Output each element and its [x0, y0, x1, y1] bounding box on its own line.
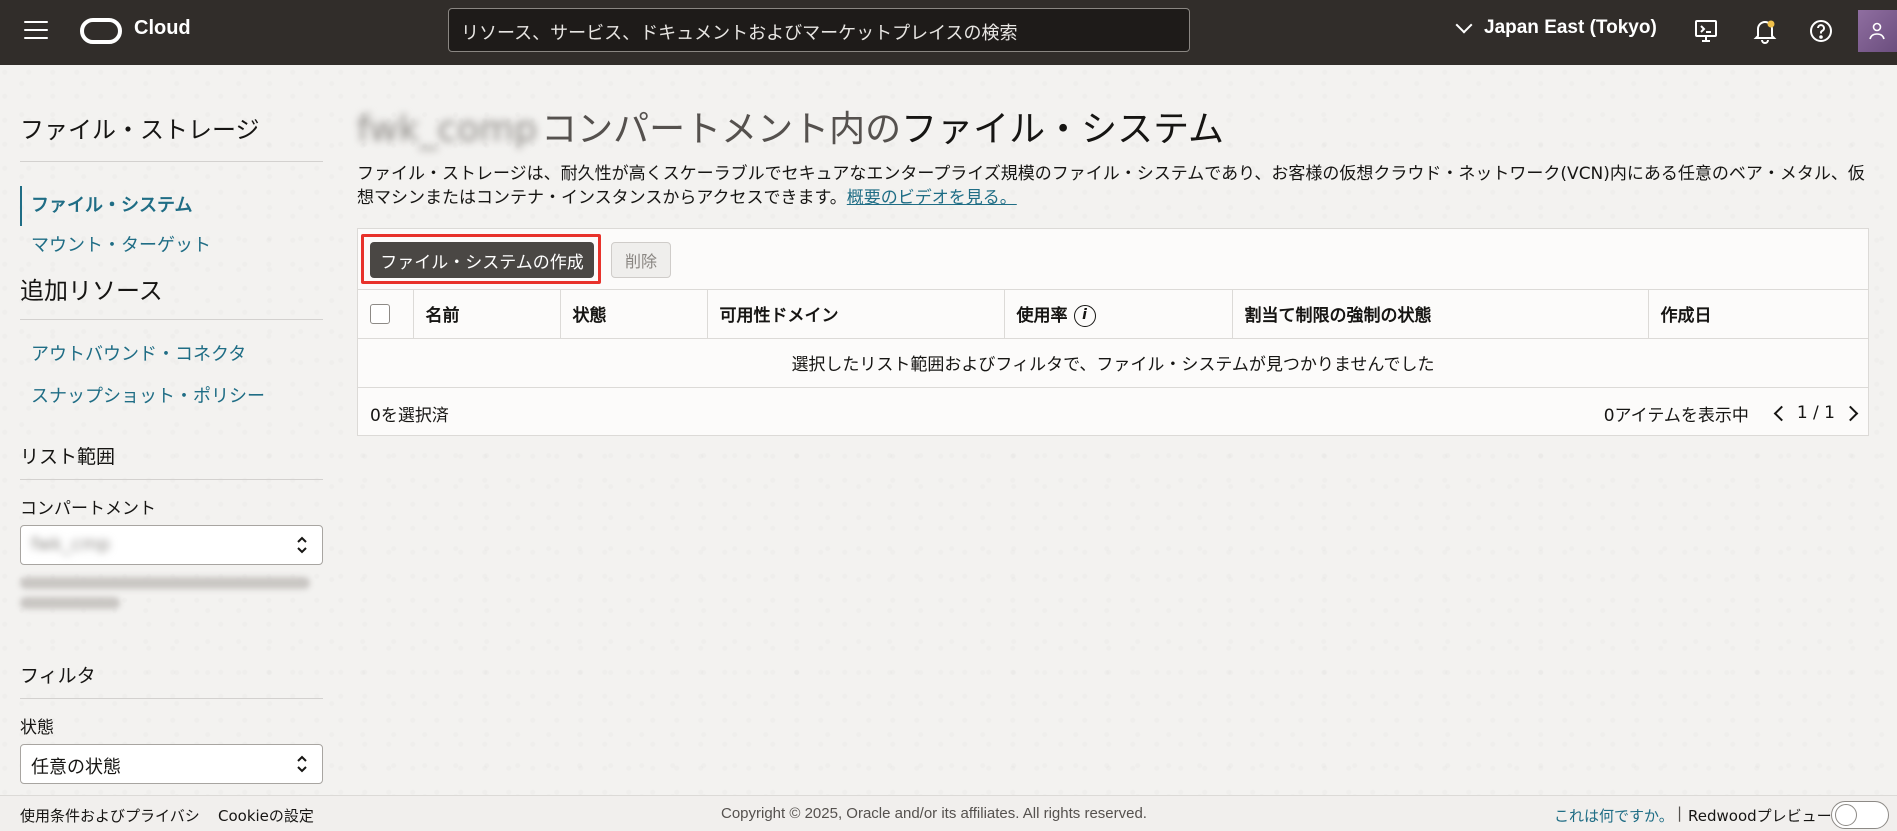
sidebar-item-outbound-connectors[interactable]: アウトバウンド・コネクタ	[20, 342, 323, 368]
file-systems-table: 名前 状態 可用性ドメイン 使用率 i 割当て制限の強制の状態 作成日 選択したリ…	[358, 290, 1868, 388]
overview-video-link[interactable]: 概要のビデオを見る。	[847, 188, 1017, 208]
table-footer: 0を選択済 0アイテムを表示中 1 / 1	[358, 388, 1868, 436]
divider	[20, 319, 323, 320]
column-header-utilization[interactable]: 使用率 i	[1004, 290, 1233, 339]
file-systems-panel: ファイル・システムの作成 削除 名前 状態 可用性ドメイン 使用率 i 割当て制限…	[357, 228, 1869, 436]
user-icon	[1869, 22, 1885, 40]
previous-page-icon[interactable]	[1773, 405, 1790, 421]
select-updown-icon	[297, 536, 307, 554]
redwood-preview-label: Redwoodプレビュー	[1688, 807, 1832, 825]
page-title-compartment: fwk_comp	[357, 109, 538, 150]
state-filter-select[interactable]: 任意の状態	[20, 744, 323, 784]
state-filter-value: 任意の状態	[31, 757, 121, 778]
filters-title: フィルタ	[20, 665, 96, 687]
compartment-label: コンパートメント	[20, 499, 156, 519]
redwood-preview-toggle[interactable]	[1831, 801, 1889, 829]
separator: |	[1677, 804, 1683, 822]
table-header-row: 名前 状態 可用性ドメイン 使用率 i 割当て制限の強制の状態 作成日	[358, 290, 1868, 339]
top-navigation-bar: Cloud リソース、サービス、ドキュメントおよびマーケットプレイスの検索 Ja…	[0, 0, 1897, 65]
page-title: fwk_comp コンパートメント内のファイル・システム	[357, 100, 1869, 152]
page-description: ファイル・ストレージは、耐久性が高くスケーラブルでセキュアなエンタープライズ規模…	[357, 162, 1869, 210]
global-search-input[interactable]: リソース、サービス、ドキュメントおよびマーケットプレイスの検索	[448, 8, 1190, 52]
user-avatar[interactable]	[1858, 10, 1897, 52]
main-content: fwk_comp コンパートメント内のファイル・システム ファイル・ストレージは、…	[357, 100, 1869, 210]
help-icon[interactable]	[1808, 18, 1834, 44]
select-all-checkbox[interactable]	[370, 303, 390, 324]
column-header-utilization-label: 使用率	[1016, 305, 1068, 326]
divider	[20, 479, 323, 480]
divider	[20, 698, 323, 699]
notifications-bell-icon[interactable]	[1752, 18, 1778, 44]
brand-name[interactable]: Cloud	[134, 17, 191, 40]
list-scope-title: リスト範囲	[20, 446, 116, 468]
page-description-text: ファイル・ストレージは、耐久性が高くスケーラブルでセキュアなエンタープライズ規模…	[357, 164, 1865, 208]
terms-privacy-link[interactable]: 使用条件およびプライバシ	[20, 805, 200, 826]
bottom-bar: 使用条件およびプライバシ Cookieの設定 Copyright © 2025,…	[0, 795, 1897, 831]
sidebar-item-snapshot-policies[interactable]: スナップショット・ポリシー	[20, 384, 323, 410]
state-filter-label: 状態	[20, 718, 54, 738]
sidebar-item-mount-targets[interactable]: マウント・ターゲット	[20, 233, 323, 259]
additional-resources-title: 追加リソース	[20, 277, 163, 305]
left-sidebar: ファイル・ストレージ ファイル・システム マウント・ターゲット 追加リソース ア…	[20, 110, 323, 784]
delete-button[interactable]: 削除	[611, 242, 671, 278]
copyright-text: Copyright © 2025, Oracle and/or its affi…	[721, 805, 1147, 822]
compartment-value: fwk_cmp	[31, 534, 111, 555]
sidebar-item-file-systems[interactable]: ファイル・システム	[20, 186, 323, 226]
table-toolbar: ファイル・システムの作成 削除	[358, 229, 1868, 290]
compartment-path-blurred	[20, 577, 315, 609]
page-indicator: 1 / 1	[1796, 403, 1835, 423]
cookie-settings-link[interactable]: Cookieの設定	[218, 805, 314, 826]
region-label: Japan East (Tokyo)	[1484, 17, 1657, 38]
compartment-select[interactable]: fwk_cmp	[20, 525, 323, 565]
table-row: 選択したリスト範囲およびフィルタで、ファイル・システムが見つかりませんでした	[358, 338, 1868, 388]
page-title-middle: コンパートメント内の	[541, 109, 902, 150]
page-title-end: ファイル・システム	[901, 109, 1225, 150]
items-shown-label: 0アイテムを表示中	[1603, 405, 1749, 426]
column-header-name[interactable]: 名前	[413, 290, 561, 339]
chevron-down-icon	[1455, 16, 1473, 34]
select-all-cell	[358, 290, 414, 339]
select-updown-icon	[297, 755, 307, 773]
create-file-system-button[interactable]: ファイル・システムの作成	[370, 242, 594, 278]
empty-table-message: 選択したリスト範囲およびフィルタで、ファイル・システムが見つかりませんでした	[358, 338, 1868, 388]
column-header-state[interactable]: 状態	[560, 290, 708, 339]
selected-count: 0を選択済	[370, 405, 449, 426]
sidebar-title: ファイル・ストレージ	[20, 116, 260, 144]
toggle-knob	[1835, 804, 1857, 826]
column-header-created[interactable]: 作成日	[1648, 290, 1868, 339]
what-is-this-link[interactable]: これは何ですか。	[1554, 805, 1674, 826]
divider	[20, 161, 323, 162]
column-header-availability-domain[interactable]: 可用性ドメイン	[707, 290, 1005, 339]
info-icon[interactable]: i	[1073, 304, 1096, 327]
region-selector[interactable]: Japan East (Tokyo)	[1455, 16, 1657, 39]
oracle-logo-icon[interactable]	[80, 18, 122, 44]
next-page-icon[interactable]	[1842, 405, 1859, 421]
cloud-shell-icon[interactable]	[1693, 18, 1719, 44]
hamburger-menu-icon[interactable]	[24, 21, 48, 43]
pagination: 0アイテムを表示中 1 / 1	[1603, 401, 1859, 426]
column-header-quota-enforcement[interactable]: 割当て制限の強制の状態	[1232, 290, 1649, 339]
